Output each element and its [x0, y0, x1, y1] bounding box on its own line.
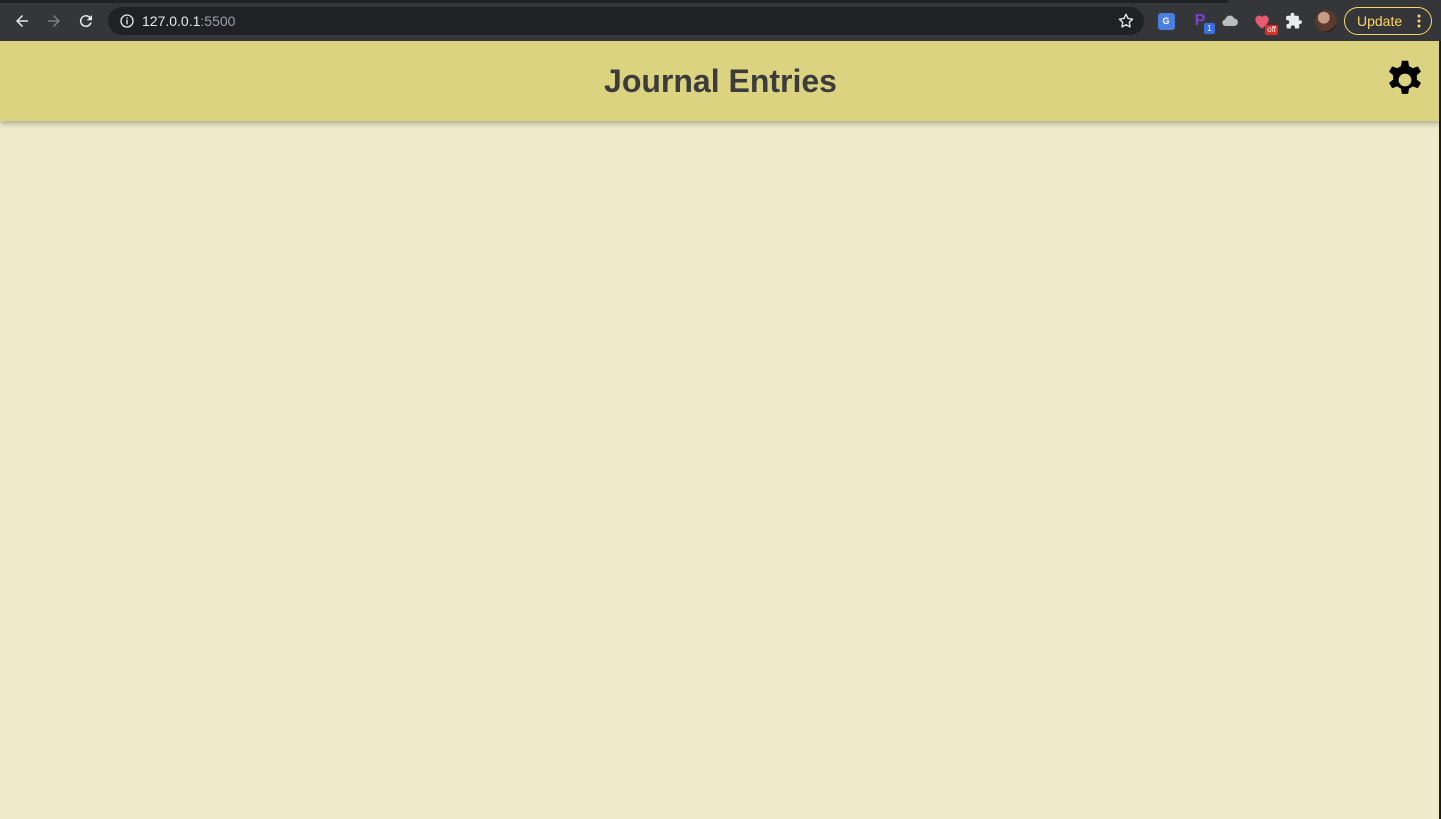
page-title: Journal Entries	[604, 63, 837, 99]
back-button[interactable]	[10, 9, 34, 33]
p-extension-badge: 1	[1204, 23, 1215, 34]
puzzle-icon	[1286, 12, 1302, 29]
star-icon[interactable]	[1117, 12, 1135, 30]
translate-icon: G	[1157, 12, 1175, 30]
extensions-button[interactable]	[1284, 11, 1304, 31]
profile-avatar[interactable]	[1315, 10, 1337, 32]
address-bar[interactable]: 127.0.0.1:5500	[108, 7, 1144, 35]
url-port: :5500	[200, 13, 236, 29]
translate-label: G	[1162, 16, 1170, 26]
forward-icon	[48, 15, 60, 27]
gear-icon	[1389, 60, 1421, 94]
info-icon[interactable]	[119, 13, 135, 29]
url-host: 127.0.0.1	[142, 13, 201, 29]
translate-extension[interactable]: G	[1156, 11, 1176, 31]
forward-button[interactable]	[42, 9, 66, 33]
heart-extension[interactable]: off	[1252, 11, 1278, 35]
tab-strip-edge	[0, 0, 1228, 3]
back-icon	[16, 15, 28, 27]
settings-button[interactable]	[1383, 58, 1427, 102]
cloud-icon	[1222, 15, 1238, 27]
reload-icon	[79, 15, 92, 28]
more-icon[interactable]	[1417, 14, 1421, 28]
heart-extension-badge: off	[1265, 25, 1278, 35]
update-button[interactable]: Update	[1344, 7, 1432, 35]
reload-button[interactable]	[74, 9, 98, 33]
app-header: Journal Entries	[0, 41, 1441, 121]
browser-toolbar: 127.0.0.1:5500 G P 1 off Update	[0, 0, 1441, 41]
update-label: Update	[1357, 13, 1403, 29]
url-text: 127.0.0.1:5500	[142, 13, 235, 29]
p-extension[interactable]: P 1	[1190, 11, 1215, 34]
cloud-extension[interactable]	[1220, 11, 1240, 31]
